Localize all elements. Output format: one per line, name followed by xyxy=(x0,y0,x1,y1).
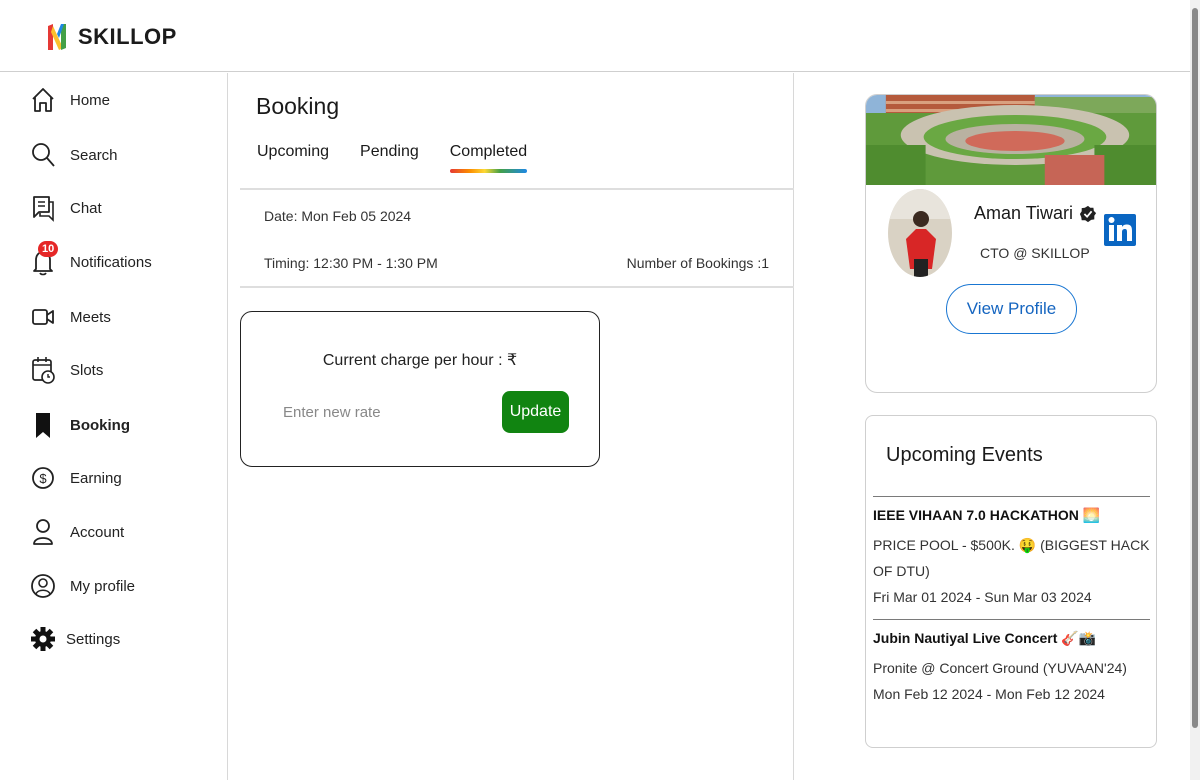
account-icon xyxy=(30,517,56,547)
app-logo[interactable]: SKILLOP xyxy=(46,20,177,54)
profile-role: CTO @ SKILLOP xyxy=(980,245,1090,261)
booking-entry: Date: Mon Feb 05 2024 Timing: 12:30 PM -… xyxy=(240,190,794,288)
booking-date: Date: Mon Feb 05 2024 xyxy=(264,208,412,224)
notification-count-badge: 10 xyxy=(38,241,59,257)
gear-icon xyxy=(30,624,56,654)
sidebar-item-label: Notifications xyxy=(70,253,152,271)
sidebar-item-chat[interactable]: Chat xyxy=(30,193,102,223)
sidebar-item-label: Chat xyxy=(70,199,102,217)
avatar[interactable] xyxy=(888,189,952,277)
profile-icon xyxy=(30,571,56,601)
sidebar-item-label: My profile xyxy=(70,577,136,595)
sidebar-item-search[interactable]: Search xyxy=(30,140,118,170)
event-date: Mon Feb 12 2024 - Mon Feb 12 2024 xyxy=(873,686,1105,702)
sidebar-item-home[interactable]: Home xyxy=(30,85,110,115)
campus-cover-image xyxy=(866,95,1156,185)
chat-icon xyxy=(30,193,56,223)
sidebar-item-booking[interactable]: Booking xyxy=(30,410,130,440)
view-profile-button[interactable]: View Profile xyxy=(946,284,1077,334)
sidebar-item-label: Account xyxy=(70,523,125,541)
event-name: IEEE VIHAAN 7.0 HACKATHON 🌅 xyxy=(873,507,1101,523)
svg-text:$: $ xyxy=(39,471,47,486)
event-item[interactable]: Jubin Nautiyal Live Concert 🎸📸 Pronite @… xyxy=(873,619,1150,707)
search-icon xyxy=(30,140,56,170)
tab-completed[interactable]: Completed xyxy=(449,143,528,173)
tab-label: Pending xyxy=(360,143,419,160)
event-date: Fri Mar 01 2024 - Sun Mar 03 2024 xyxy=(873,589,1092,605)
tab-label: Upcoming xyxy=(257,143,330,160)
page-scrollbar[interactable] xyxy=(1190,0,1200,780)
sidebar-item-account[interactable]: Account xyxy=(30,517,124,547)
sidebar-item-label: Search xyxy=(70,146,118,164)
booking-tabs: Upcoming Pending Completed xyxy=(257,143,528,173)
booking-timing: Timing: 12:30 PM - 1:30 PM xyxy=(264,255,438,271)
profile-name: Aman Tiwari xyxy=(974,203,1074,223)
top-bar: SKILLOP xyxy=(0,0,1190,72)
sidebar-item-label: Booking xyxy=(70,416,130,434)
profile-card: Aman Tiwari CTO @ SKILLOP View Profile xyxy=(865,94,1157,393)
scrollbar-thumb[interactable] xyxy=(1192,8,1198,728)
new-rate-input[interactable] xyxy=(271,392,471,432)
video-icon xyxy=(30,302,56,332)
active-tab-indicator xyxy=(449,169,528,173)
rate-card: Current charge per hour : ₹ Update xyxy=(240,311,600,467)
bell-icon: 10 xyxy=(30,241,59,277)
sidebar-item-notifications[interactable]: 10 Notifications xyxy=(30,241,152,277)
update-rate-button[interactable]: Update xyxy=(502,391,569,433)
tab-label: Completed xyxy=(449,143,528,160)
booking-count: Number of Bookings :1 xyxy=(626,255,769,271)
event-name: Jubin Nautiyal Live Concert 🎸📸 xyxy=(873,630,1097,646)
tab-upcoming[interactable]: Upcoming xyxy=(257,143,329,173)
sidebar-item-label: Earning xyxy=(70,469,122,487)
sidebar-item-settings[interactable]: Settings xyxy=(30,624,120,654)
app-name: SKILLOP xyxy=(78,24,177,49)
sidebar-item-meets[interactable]: Meets xyxy=(30,302,111,332)
event-description: PRICE POOL - $500K. 🤑 (BIGGEST HACK OF D… xyxy=(873,537,1150,579)
sidebar-item-label: Meets xyxy=(70,308,111,326)
events-title: Upcoming Events xyxy=(886,444,1043,466)
home-icon xyxy=(30,85,56,115)
sidebar: Home Search Chat 10 Notifications Meets … xyxy=(0,73,228,780)
tab-pending[interactable]: Pending xyxy=(360,143,419,173)
current-rate-label: Current charge per hour : ₹ xyxy=(322,352,518,369)
sidebar-item-my-profile[interactable]: My profile xyxy=(30,571,135,601)
sidebar-item-earning[interactable]: $ Earning xyxy=(30,463,122,493)
profile-name-row: Aman Tiwari xyxy=(974,203,1097,224)
dollar-icon: $ xyxy=(30,463,56,493)
bookmark-icon xyxy=(30,410,56,440)
event-description: Pronite @ Concert Ground (YUVAAN'24) xyxy=(873,660,1127,676)
sidebar-item-label: Slots xyxy=(70,361,104,379)
sidebar-item-label: Settings xyxy=(66,630,121,648)
linkedin-icon[interactable] xyxy=(1104,210,1136,250)
verified-badge-icon xyxy=(1079,205,1097,222)
calendar-clock-icon xyxy=(30,355,56,385)
main-content: Booking Upcoming Pending Completed Date:… xyxy=(229,73,794,780)
sidebar-item-slots[interactable]: Slots xyxy=(30,355,103,385)
page-title: Booking xyxy=(256,93,340,119)
skillop-logo-icon xyxy=(48,24,66,50)
sidebar-item-label: Home xyxy=(70,91,111,109)
event-item[interactable]: IEEE VIHAAN 7.0 HACKATHON 🌅 PRICE POOL -… xyxy=(873,496,1150,610)
upcoming-events-card: Upcoming Events IEEE VIHAAN 7.0 HACKATHO… xyxy=(865,415,1157,748)
